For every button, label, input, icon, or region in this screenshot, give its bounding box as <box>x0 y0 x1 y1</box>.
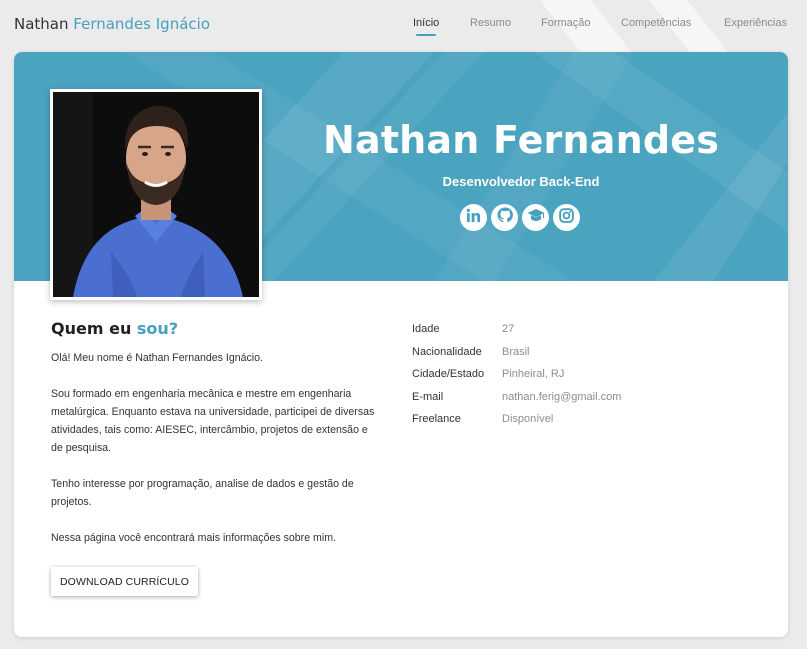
brand-first-name: Nathan <box>14 15 69 33</box>
info-value: 27 <box>502 323 515 335</box>
info-label: Idade <box>412 323 440 335</box>
nav-item-competencias[interactable]: Competências <box>621 17 691 29</box>
about-title-start: Quem eu <box>51 319 132 338</box>
download-cv-button[interactable]: DOWNLOAD CURRÍCULO <box>51 567 198 596</box>
about-title: Quem eu sou? <box>51 319 178 338</box>
social-links <box>460 204 580 231</box>
email-link[interactable]: nathan.ferig@gmail.com <box>502 391 621 403</box>
bio-paragraph: Tenho interesse por programação, analise… <box>51 478 354 508</box>
info-value: Disponível <box>502 413 554 426</box>
nav-item-formacao[interactable]: Formação <box>541 17 591 29</box>
top-navbar: Nathan Fernandes Ignácio Início Resumo F… <box>0 0 807 46</box>
bio-paragraph: Sou formado em engenharia mecânica e mes… <box>51 388 375 454</box>
info-label: Cidade/Estado <box>412 368 485 381</box>
github-link[interactable] <box>491 204 518 231</box>
about-title-accent: sou? <box>136 319 179 338</box>
github-icon <box>497 207 513 228</box>
info-label: E-mail <box>412 390 444 403</box>
profile-photo <box>50 89 262 300</box>
profile-card: Nathan Fernandes Desenvolvedor Back-End <box>14 52 788 637</box>
instagram-icon <box>559 207 574 228</box>
linkedin-link[interactable] <box>460 204 487 231</box>
bio-paragraph: Olá! Meu nome é Nathan Fernandes Ignácio… <box>51 352 263 364</box>
brand-last-name: Fernandes Ignácio <box>73 15 210 33</box>
academic-link[interactable] <box>522 204 549 231</box>
linkedin-icon <box>466 208 481 228</box>
brand-logo[interactable]: Nathan Fernandes Ignácio <box>14 15 210 33</box>
nav-item-inicio[interactable]: Início <box>413 17 439 36</box>
hero-name: Nathan Fernandes <box>322 118 720 162</box>
about-bio: Olá! Meu nome é Nathan Fernandes Ignácio… <box>51 349 381 547</box>
nav-item-experiencias[interactable]: Experiências <box>724 17 787 29</box>
info-label: Freelance <box>412 413 461 426</box>
bio-paragraph: Nessa página você encontrará mais inform… <box>51 532 336 544</box>
nav-item-resumo[interactable]: Resumo <box>470 17 511 29</box>
info-value: Pinheiral, RJ <box>502 368 565 381</box>
info-label: Nacionalidade <box>412 345 482 358</box>
graduation-cap-icon <box>527 208 545 227</box>
info-value: Brasil <box>502 345 530 358</box>
hero-role: Desenvolvedor Back-End <box>442 174 600 189</box>
instagram-link[interactable] <box>553 204 580 231</box>
